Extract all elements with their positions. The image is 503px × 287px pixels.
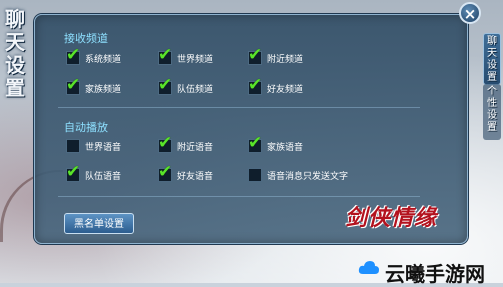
checkbox-label: 系统频道 bbox=[85, 54, 122, 65]
check-icon: ✔ bbox=[248, 45, 263, 65]
close-button[interactable]: × bbox=[459, 2, 481, 24]
checkbox-box[interactable]: ✔ bbox=[158, 133, 172, 153]
check-icon: ✔ bbox=[158, 45, 173, 65]
checkbox-system-channel[interactable]: ✔ 系统频道 bbox=[66, 45, 122, 66]
checkbox-box[interactable]: ✔ bbox=[66, 162, 80, 182]
checkbox-label: 世界语音 bbox=[85, 142, 122, 153]
checkbox-nearby-channel[interactable]: ✔ 附近频道 bbox=[248, 45, 304, 66]
blacklist-settings-button[interactable]: 黑名单设置 bbox=[64, 213, 134, 234]
checkbox-box[interactable]: ✔ bbox=[66, 45, 80, 65]
receive-section-title: 接收频道 bbox=[64, 32, 108, 45]
checkbox-label: 家族语音 bbox=[267, 142, 304, 153]
tab-personal-settings[interactable]: 个性设置 bbox=[483, 84, 501, 140]
checkbox-team-voice[interactable]: ✔ 队伍语音 bbox=[66, 162, 122, 183]
check-icon: ✔ bbox=[248, 75, 263, 95]
checkbox-label: 队伍语音 bbox=[85, 171, 122, 182]
checkbox-team-channel[interactable]: ✔ 队伍频道 bbox=[158, 75, 214, 96]
checkbox-label: 语音消息只发送文字 bbox=[267, 171, 349, 182]
cloud-icon bbox=[358, 261, 379, 274]
checkbox-label: 好友语音 bbox=[177, 171, 214, 182]
checkbox-box[interactable]: ✔ bbox=[248, 75, 262, 95]
check-icon: ✔ bbox=[66, 45, 81, 65]
checkbox-label: 附近频道 bbox=[267, 54, 304, 65]
check-icon: ✔ bbox=[158, 75, 173, 95]
check-icon: ✔ bbox=[158, 162, 173, 182]
checkbox-label: 世界频道 bbox=[177, 54, 214, 65]
checkbox-box[interactable]: ✔ bbox=[158, 45, 172, 65]
checkbox-label: 好友频道 bbox=[267, 84, 304, 95]
checkbox-nearby-voice[interactable]: ✔ 附近语音 bbox=[158, 133, 214, 154]
section-divider bbox=[58, 196, 420, 197]
checkbox-box[interactable] bbox=[66, 139, 80, 153]
checkbox-box[interactable]: ✔ bbox=[248, 45, 262, 65]
tab-chat-settings[interactable]: 聊天设置 bbox=[483, 33, 501, 85]
check-icon: ✔ bbox=[66, 162, 81, 182]
checkbox-friend-channel[interactable]: ✔ 好友频道 bbox=[248, 75, 304, 96]
page-title: 聊天设置 bbox=[5, 7, 25, 100]
checkbox-voice-text-only[interactable]: 语音消息只发送文字 bbox=[248, 167, 348, 183]
autoplay-section-title: 自动播放 bbox=[64, 121, 108, 134]
check-icon: ✔ bbox=[248, 133, 263, 153]
checkbox-box[interactable]: ✔ bbox=[158, 75, 172, 95]
game-logo: 剑侠情缘 bbox=[345, 205, 438, 231]
checkbox-label: 队伍频道 bbox=[177, 84, 214, 95]
check-icon: ✔ bbox=[66, 75, 81, 95]
checkbox-world-voice[interactable]: 世界语音 bbox=[66, 138, 121, 154]
checkbox-box[interactable]: ✔ bbox=[66, 75, 80, 95]
checkbox-box[interactable]: ✔ bbox=[248, 133, 262, 153]
checkbox-box[interactable] bbox=[248, 168, 262, 182]
check-icon: ✔ bbox=[158, 133, 173, 153]
checkbox-friend-voice[interactable]: ✔ 好友语音 bbox=[158, 162, 214, 183]
checkbox-world-channel[interactable]: ✔ 世界频道 bbox=[158, 45, 214, 66]
section-divider bbox=[58, 107, 420, 108]
checkbox-family-voice[interactable]: ✔ 家族语音 bbox=[248, 133, 304, 154]
checkbox-box[interactable]: ✔ bbox=[158, 162, 172, 182]
checkbox-family-channel[interactable]: ✔ 家族频道 bbox=[66, 75, 122, 96]
checkbox-label: 附近语音 bbox=[177, 142, 214, 153]
checkbox-label: 家族频道 bbox=[85, 84, 122, 95]
